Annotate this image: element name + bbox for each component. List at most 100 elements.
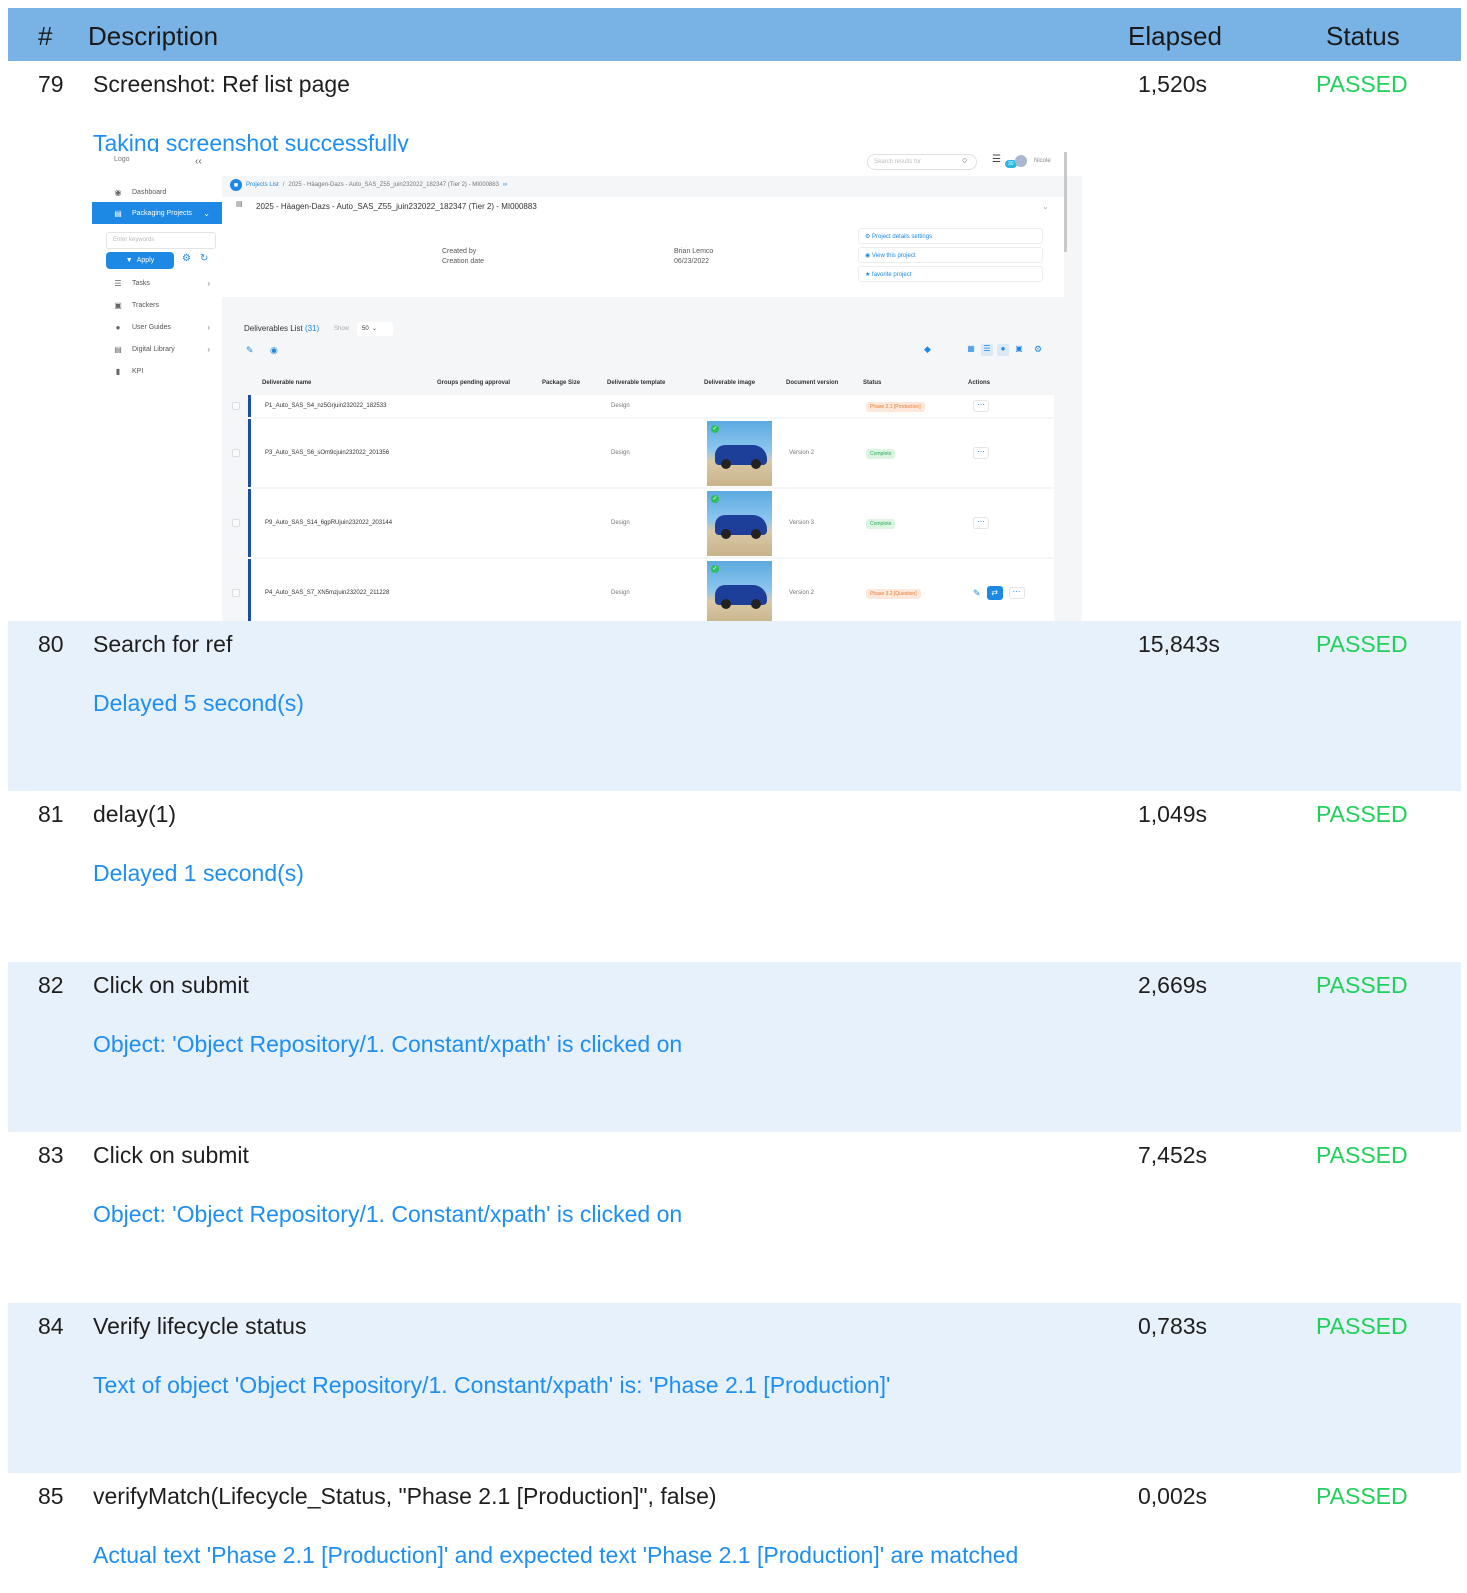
apply-button[interactable]: ▼ Apply bbox=[106, 252, 174, 269]
step-elapsed: 1,049s bbox=[1138, 801, 1208, 827]
step-status: PASSED bbox=[1316, 71, 1408, 97]
layers-icon[interactable]: ◆ bbox=[924, 344, 931, 355]
deliverable-template: Design bbox=[611, 403, 630, 409]
header-description: Description bbox=[88, 21, 219, 51]
step-title: delay(1) bbox=[93, 801, 177, 827]
notifications-icon[interactable]: ☰ bbox=[992, 154, 1001, 165]
sidebar-item-label: Packaging Projects bbox=[132, 209, 192, 217]
chevron-right-icon: › bbox=[207, 322, 210, 332]
shuffle-icon[interactable]: ⇄ bbox=[986, 586, 1003, 600]
scrollbar[interactable] bbox=[1064, 152, 1067, 252]
step-elapsed: 0,783s bbox=[1138, 1313, 1208, 1339]
deliverable-name[interactable]: P3_Auto_SAS_S6_sOm9cjuin232022_201356 bbox=[265, 450, 389, 456]
col-document-version: Document version bbox=[786, 380, 839, 386]
breadcrumb-root[interactable]: Projects List bbox=[246, 182, 279, 188]
sidebar-item-label: Trackers bbox=[132, 301, 159, 309]
col-status: Status bbox=[863, 380, 882, 386]
sidebar-item-trackers[interactable]: ▣ Trackers bbox=[92, 294, 222, 316]
deliverable-name[interactable]: P9_Auto_SAS_S14_6gpRUjuin232022_203144 bbox=[265, 520, 392, 526]
more-icon[interactable]: ⋯ bbox=[973, 400, 989, 412]
deliverables-title: Deliverables List (31) bbox=[244, 324, 320, 333]
col-deliverable-name[interactable]: Deliverable name bbox=[262, 380, 311, 386]
list-view-icon[interactable]: ☰ bbox=[981, 344, 993, 356]
settings-icon[interactable]: ⚙ bbox=[1034, 344, 1042, 355]
document-version: Version 2 bbox=[789, 450, 815, 456]
refresh-icon[interactable]: ↻ bbox=[200, 253, 208, 264]
step-elapsed: 15,843s bbox=[1138, 631, 1220, 657]
project-details-settings-link[interactable]: ⚙ Project details settings bbox=[858, 228, 1043, 244]
step-row: 79 Screenshot: Ref list page 1,520s PASS… bbox=[8, 61, 1461, 624]
status-badge: Phase 3.2 [Question] bbox=[866, 589, 921, 599]
image-view-icon[interactable]: ▣ bbox=[1013, 344, 1025, 356]
status-badge: Complete bbox=[866, 519, 896, 529]
more-icon[interactable]: ⋯ bbox=[973, 517, 989, 529]
bar-chart-icon: ▮ bbox=[115, 366, 121, 376]
app-sidebar: Logo ‹‹ ◉ Dashboard ▤ Packaging Projects… bbox=[92, 152, 222, 624]
row-checkbox[interactable] bbox=[232, 519, 240, 527]
search-icon[interactable]: ○ bbox=[962, 155, 967, 165]
app-topbar: Search results for ○ ☰ 30 Nicole bbox=[222, 152, 1082, 176]
edit-icon[interactable]: ✎ bbox=[246, 345, 254, 356]
apply-button-label: Apply bbox=[136, 257, 155, 264]
edit-icon[interactable]: ✎ bbox=[973, 588, 981, 599]
row-checkbox[interactable] bbox=[232, 589, 240, 597]
more-icon[interactable]: ⋯ bbox=[1008, 587, 1025, 599]
avatar[interactable] bbox=[1015, 155, 1027, 167]
deliverable-template: Design bbox=[611, 520, 630, 526]
step-elapsed: 1,520s bbox=[1138, 71, 1208, 97]
link-icon[interactable]: ∞ bbox=[503, 182, 507, 188]
page-size-select[interactable]: 50 ⌄ bbox=[357, 322, 393, 336]
step-message: Object: 'Object Repository/1. Constant/x… bbox=[93, 1031, 683, 1057]
gear-icon[interactable]: ⚙ bbox=[182, 253, 191, 264]
table-row[interactable]: P4_Auto_SAS_S7_XN5mzjuin232022_211228 De… bbox=[232, 559, 1054, 624]
row-actions: ⋯ bbox=[973, 517, 989, 529]
sidebar-item-kpi[interactable]: ▮ KPI bbox=[92, 360, 222, 382]
user-name[interactable]: Nicole bbox=[1034, 158, 1051, 164]
step-number: 82 bbox=[38, 972, 64, 998]
chevron-right-icon: › bbox=[207, 278, 210, 288]
grid-view-icon[interactable]: ▦ bbox=[965, 344, 977, 356]
sidebar-item-label: KPI bbox=[132, 367, 144, 375]
chevron-down-icon[interactable]: ⌄ bbox=[1042, 202, 1049, 211]
projects-icon: ■ bbox=[230, 179, 242, 191]
sidebar-item-tasks[interactable]: ☰ Tasks › bbox=[92, 272, 222, 294]
sidebar-item-packaging-projects[interactable]: ▤ Packaging Projects ⌄ bbox=[92, 202, 222, 224]
package-view-icon[interactable]: ● bbox=[997, 344, 1009, 356]
step-number: 81 bbox=[38, 801, 64, 827]
deliverable-thumbnail[interactable]: ✓ bbox=[707, 491, 772, 556]
keywords-input[interactable]: Enter keywords bbox=[106, 232, 216, 249]
col-groups-pending: Groups pending approval bbox=[437, 380, 511, 386]
table-row[interactable]: P9_Auto_SAS_S14_6gpRUjuin232022_203144 D… bbox=[232, 489, 1054, 557]
col-package-size[interactable]: Package Size bbox=[542, 380, 580, 386]
show-label: Show bbox=[334, 326, 350, 332]
view-project-link[interactable]: ◉ View this project bbox=[858, 247, 1043, 263]
eye-icon[interactable]: ◉ bbox=[270, 345, 278, 356]
step-row: 83 Click on submit 7,452s PASSED Object:… bbox=[8, 1132, 1461, 1303]
row-checkbox[interactable] bbox=[232, 449, 240, 457]
more-icon[interactable]: ⋯ bbox=[973, 447, 989, 459]
deliverable-name[interactable]: P4_Auto_SAS_S7_XN5mzjuin232022_211228 bbox=[265, 590, 389, 596]
step-row: 82 Click on submit 2,669s PASSED Object:… bbox=[8, 962, 1461, 1132]
step-status: PASSED bbox=[1316, 1483, 1408, 1509]
step-message: Object: 'Object Repository/1. Constant/x… bbox=[93, 1201, 683, 1227]
status-badge: Phase 2.1 [Production] bbox=[866, 402, 925, 412]
deliverable-thumbnail[interactable]: ✓ bbox=[707, 561, 772, 624]
step-row: 81 delay(1) 1,049s PASSED Delayed 1 seco… bbox=[8, 791, 1461, 962]
favorite-project-link[interactable]: ★ favorite project bbox=[858, 266, 1043, 282]
step-number: 79 bbox=[38, 71, 64, 97]
table-row[interactable]: P1_Auto_SAS_S4_nz5Grjuin232022_182533 De… bbox=[232, 395, 1054, 417]
folder-icon: ▤ bbox=[236, 201, 243, 208]
sidebar-item-user-guides[interactable]: ● User Guides › bbox=[92, 316, 222, 338]
header-num: # bbox=[38, 21, 53, 51]
collapse-icon[interactable]: ‹‹ bbox=[195, 156, 202, 167]
search-input[interactable]: Search results for bbox=[867, 154, 977, 170]
table-row[interactable]: P3_Auto_SAS_S6_sOm9cjuin232022_201356 De… bbox=[232, 419, 1054, 487]
deliverable-thumbnail[interactable]: ✓ bbox=[707, 421, 772, 486]
deliverable-name[interactable]: P1_Auto_SAS_S4_nz5Grjuin232022_182533 bbox=[265, 403, 386, 409]
col-deliverable-template[interactable]: Deliverable template bbox=[607, 380, 665, 386]
row-checkbox[interactable] bbox=[232, 402, 240, 410]
sidebar-item-digital-library[interactable]: ▤ Digital Library › bbox=[92, 338, 222, 360]
sidebar-item-dashboard[interactable]: ◉ Dashboard bbox=[92, 181, 222, 203]
check-icon: ✓ bbox=[711, 495, 719, 503]
step-status: PASSED bbox=[1316, 631, 1408, 657]
